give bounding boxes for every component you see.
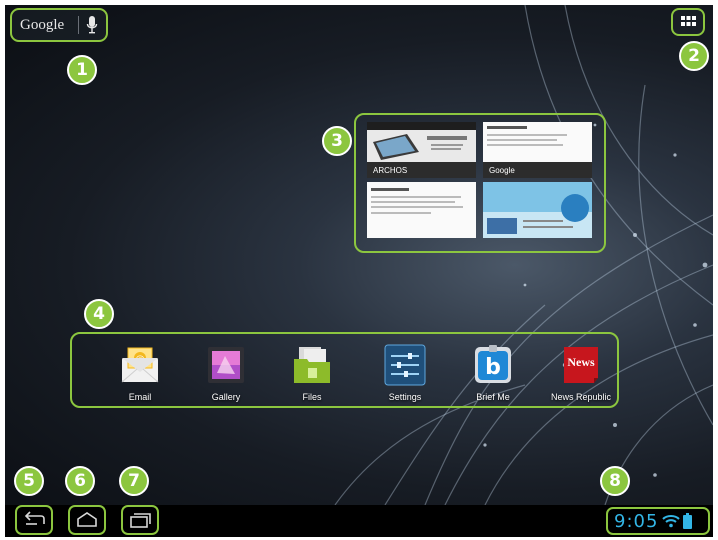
callout-badge-5: 5 (14, 466, 44, 496)
dock-app-brief-me[interactable]: b Brief Me (453, 344, 533, 402)
archos-label: ARCHOS (373, 165, 408, 175)
gallery-label: Gallery (211, 392, 241, 402)
recent-apps-button[interactable] (121, 505, 159, 535)
callout-badge-4: 4 (84, 299, 114, 329)
twitter-page-preview (483, 182, 592, 238)
settings-icon (384, 344, 426, 386)
recent-app-thumbnail-web-page[interactable] (367, 182, 476, 238)
google-search-label: Google (20, 16, 65, 33)
search-divider (78, 16, 80, 34)
tablet-home-screen: Google 1 2 3 ARCHOS Google 4 Email Galle… (0, 0, 718, 540)
web-page-preview (367, 182, 476, 238)
brief-me-label: Brief Me (476, 392, 510, 402)
archos-thumbnail-caption: ARCHOS (367, 162, 476, 178)
clock-time: 9:05 (614, 510, 659, 532)
app-grid-icon (681, 16, 696, 26)
dock-app-news-republic[interactable]: News News Republic (541, 344, 621, 402)
files-icon (291, 344, 333, 386)
dock-app-settings[interactable]: Settings (365, 344, 445, 402)
all-apps-button[interactable] (671, 8, 705, 36)
email-label: Email (128, 392, 152, 402)
battery-icon (683, 513, 693, 529)
callout-badge-3: 3 (322, 126, 352, 156)
svg-text:b: b (485, 355, 501, 380)
wallpaper (5, 5, 713, 505)
email-icon: @ (119, 344, 161, 386)
dock-app-files[interactable]: Files (272, 344, 352, 402)
news-republic-label: News Republic (550, 392, 612, 402)
callout-badge-2: 2 (679, 41, 709, 71)
favorites-dock: @ Email Gallery (70, 332, 619, 408)
archos-page-preview (367, 122, 476, 162)
google-thumbnail-caption: Google (483, 162, 592, 178)
callout-badge-6: 6 (65, 466, 95, 496)
home-button[interactable] (68, 505, 106, 535)
files-label: Files (302, 392, 322, 402)
wifi-icon (662, 515, 681, 528)
dock-app-gallery[interactable]: Gallery (186, 344, 266, 402)
callout-badge-1: 1 (67, 55, 97, 85)
wallpaper-light-streaks (334, 5, 713, 505)
back-button[interactable] (15, 505, 53, 535)
dock-app-email[interactable]: @ Email (100, 344, 180, 402)
gallery-icon (205, 344, 247, 386)
home-icon (77, 512, 97, 527)
callout-badge-8: 8 (600, 466, 630, 496)
recent-app-thumbnail-google[interactable]: Google (483, 122, 592, 178)
recent-app-thumbnail-twitter[interactable] (483, 182, 592, 238)
settings-label: Settings (388, 392, 422, 402)
google-label: Google (489, 165, 515, 175)
back-arrow-icon (24, 511, 45, 525)
callout-badge-7: 7 (119, 466, 149, 496)
news-republic-icon: News (560, 344, 602, 386)
recent-app-thumbnail-archos[interactable]: ARCHOS (367, 122, 476, 178)
google-page-preview (483, 122, 592, 162)
google-search-bar[interactable]: Google (10, 8, 108, 42)
news-republic-icon-text: News (567, 355, 595, 369)
recent-apps-icon (130, 513, 151, 528)
microphone-icon[interactable] (86, 15, 98, 35)
status-area[interactable]: 9:05 (606, 507, 710, 535)
brief-me-icon: b (472, 344, 514, 386)
